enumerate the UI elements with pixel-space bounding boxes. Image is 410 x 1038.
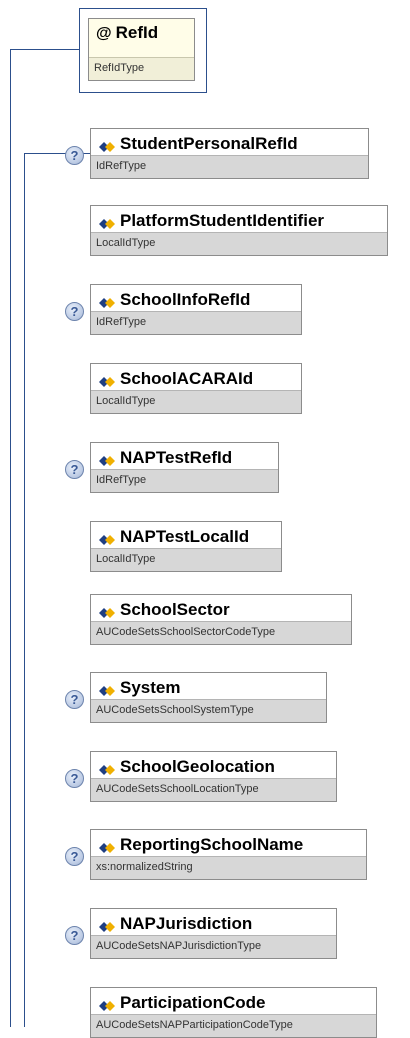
- schema-element-node[interactable]: StudentPersonalRefId IdRefType: [90, 128, 369, 179]
- element-icon: [99, 918, 116, 932]
- schema-element-node[interactable]: SchoolInfoRefId IdRefType: [90, 284, 302, 335]
- element-type: AUCodeSetsNAPJurisdictionType: [91, 935, 336, 958]
- element-name: SchoolACARAId: [99, 369, 297, 389]
- element-icon: [99, 604, 116, 618]
- element-icon: [99, 997, 116, 1011]
- schema-element-node[interactable]: SchoolGeolocation AUCodeSetsSchoolLocatio…: [90, 751, 337, 802]
- optional-question-icon[interactable]: ?: [65, 847, 84, 866]
- root-attribute-node[interactable]: @ RefId RefIdType: [88, 18, 195, 81]
- element-type: AUCodeSetsSchoolSectorCodeType: [91, 621, 351, 644]
- element-name: ReportingSchoolName: [99, 835, 362, 855]
- element-name: SchoolGeolocation: [99, 757, 332, 777]
- main-trunk-line: [10, 49, 11, 1027]
- element-type: IdRefType: [91, 155, 368, 178]
- sequence-trunk-line: [24, 153, 25, 1027]
- element-name: NAPTestLocalId: [99, 527, 277, 547]
- optional-question-icon[interactable]: ?: [65, 769, 84, 788]
- schema-element-node[interactable]: ParticipationCode AUCodeSetsNAPParticipat…: [90, 987, 377, 1038]
- schema-element-node[interactable]: System AUCodeSetsSchoolSystemType: [90, 672, 327, 723]
- root-attribute-type: RefIdType: [89, 57, 194, 80]
- element-type: LocalIdType: [91, 232, 387, 255]
- attribute-icon: @: [96, 25, 112, 42]
- element-type: AUCodeSetsSchoolLocationType: [91, 778, 336, 801]
- element-icon: [99, 682, 116, 696]
- optional-question-icon[interactable]: ?: [65, 302, 84, 321]
- element-name: ParticipationCode: [99, 993, 372, 1013]
- schema-element-node[interactable]: NAPTestLocalId LocalIdType: [90, 521, 282, 572]
- element-icon: [99, 294, 116, 308]
- element-type: LocalIdType: [91, 548, 281, 571]
- element-icon: [99, 452, 116, 466]
- schema-element-node[interactable]: ReportingSchoolName xs:normalizedString: [90, 829, 367, 880]
- element-name: NAPJurisdiction: [99, 914, 332, 934]
- schema-element-node[interactable]: SchoolACARAId LocalIdType: [90, 363, 302, 414]
- schema-element-node[interactable]: NAPJurisdiction AUCodeSetsNAPJurisdiction…: [90, 908, 337, 959]
- optional-question-icon[interactable]: ?: [65, 460, 84, 479]
- element-name: SchoolSector: [99, 600, 347, 620]
- element-icon: [99, 761, 116, 775]
- element-icon: [99, 138, 116, 152]
- optional-question-icon[interactable]: ?: [65, 146, 84, 165]
- element-type: xs:normalizedString: [91, 856, 366, 879]
- element-name: SchoolInfoRefId: [99, 290, 297, 310]
- optional-question-icon[interactable]: ?: [65, 690, 84, 709]
- element-type: LocalIdType: [91, 390, 301, 413]
- schema-element-node[interactable]: PlatformStudentIdentifier LocalIdType: [90, 205, 388, 256]
- root-connector-horizontal: [10, 49, 79, 50]
- element-type: IdRefType: [91, 469, 278, 492]
- root-attribute-name: @ RefId: [96, 23, 159, 42]
- element-name: PlatformStudentIdentifier: [99, 211, 383, 231]
- element-name: StudentPersonalRefId: [99, 134, 364, 154]
- element-icon: [99, 839, 116, 853]
- schema-element-node[interactable]: NAPTestRefId IdRefType: [90, 442, 279, 493]
- element-icon: [99, 215, 116, 229]
- element-icon: [99, 531, 116, 545]
- element-type: AUCodeSetsNAPParticipationCodeType: [91, 1014, 376, 1037]
- element-name: NAPTestRefId: [99, 448, 274, 468]
- element-type: AUCodeSetsSchoolSystemType: [91, 699, 326, 722]
- element-type: IdRefType: [91, 311, 301, 334]
- schema-element-node[interactable]: SchoolSector AUCodeSetsSchoolSectorCodeTy…: [90, 594, 352, 645]
- optional-question-icon[interactable]: ?: [65, 926, 84, 945]
- element-name: System: [99, 678, 322, 698]
- element-icon: [99, 373, 116, 387]
